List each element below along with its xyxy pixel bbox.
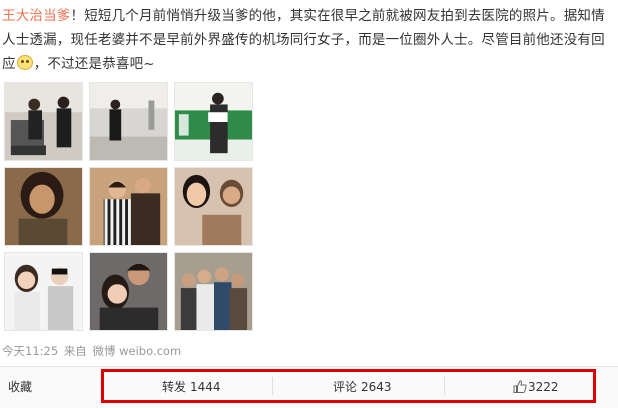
like-count: 3222 [528, 380, 559, 394]
post-body-part2: ，不过还是恭喜吧~ [33, 56, 155, 72]
photo-woman-collage[interactable] [174, 167, 253, 246]
photo-airport-walk-image [90, 83, 167, 160]
like-button[interactable]: 3222 [513, 367, 559, 408]
photo-woman-collage-image [175, 168, 252, 245]
photo-long-hair-man[interactable] [4, 167, 83, 246]
action-divider [272, 377, 273, 395]
post-from-label: 来自 [63, 344, 87, 358]
photo-grid [4, 82, 253, 331]
photo-couple-portrait-image [90, 168, 167, 245]
photo-man-woman-selfie-image [90, 253, 167, 330]
repost-button[interactable]: 转发 1444 [162, 367, 221, 408]
photo-two-women[interactable] [4, 252, 83, 331]
photo-hospital-sign[interactable] [174, 82, 253, 161]
repost-label: 转发 [162, 380, 187, 394]
photo-man-woman-selfie[interactable] [89, 252, 168, 331]
post-source[interactable]: 微博 weibo.com [92, 344, 181, 358]
photo-hospital-sign-image [175, 83, 252, 160]
comment-label: 评论 [333, 380, 358, 394]
cat-face-emoji-icon [16, 55, 33, 70]
photo-couple-portrait[interactable] [89, 167, 168, 246]
favorite-button[interactable]: 收藏 [8, 367, 32, 408]
favorite-label: 收藏 [8, 380, 33, 394]
comment-button[interactable]: 评论 2643 [333, 367, 392, 408]
thumbs-up-icon [513, 380, 527, 393]
repost-count: 1444 [190, 380, 221, 394]
post-text: 王大治当爹！短短几个月前悄悄升级当爹的他，其实在很早之前就被网友拍到去医院的照片… [2, 4, 614, 76]
author-link[interactable]: 王大治当爹 [2, 8, 71, 24]
photo-long-hair-man-image [5, 168, 82, 245]
post-time[interactable]: 今天11:25 [2, 344, 58, 358]
action-divider [444, 377, 445, 395]
photo-group-photo-image [175, 253, 252, 330]
photo-two-women-image [5, 253, 82, 330]
photo-group-photo[interactable] [174, 252, 253, 331]
action-bar: 收藏 转发 1444 评论 2643 3222 [0, 366, 618, 408]
photo-airport-couple-image [5, 83, 82, 160]
photo-airport-couple[interactable] [4, 82, 83, 161]
post-meta: 今天11:25 来自 微博 weibo.com [2, 343, 181, 359]
photo-airport-walk[interactable] [89, 82, 168, 161]
comment-count: 2643 [361, 380, 392, 394]
